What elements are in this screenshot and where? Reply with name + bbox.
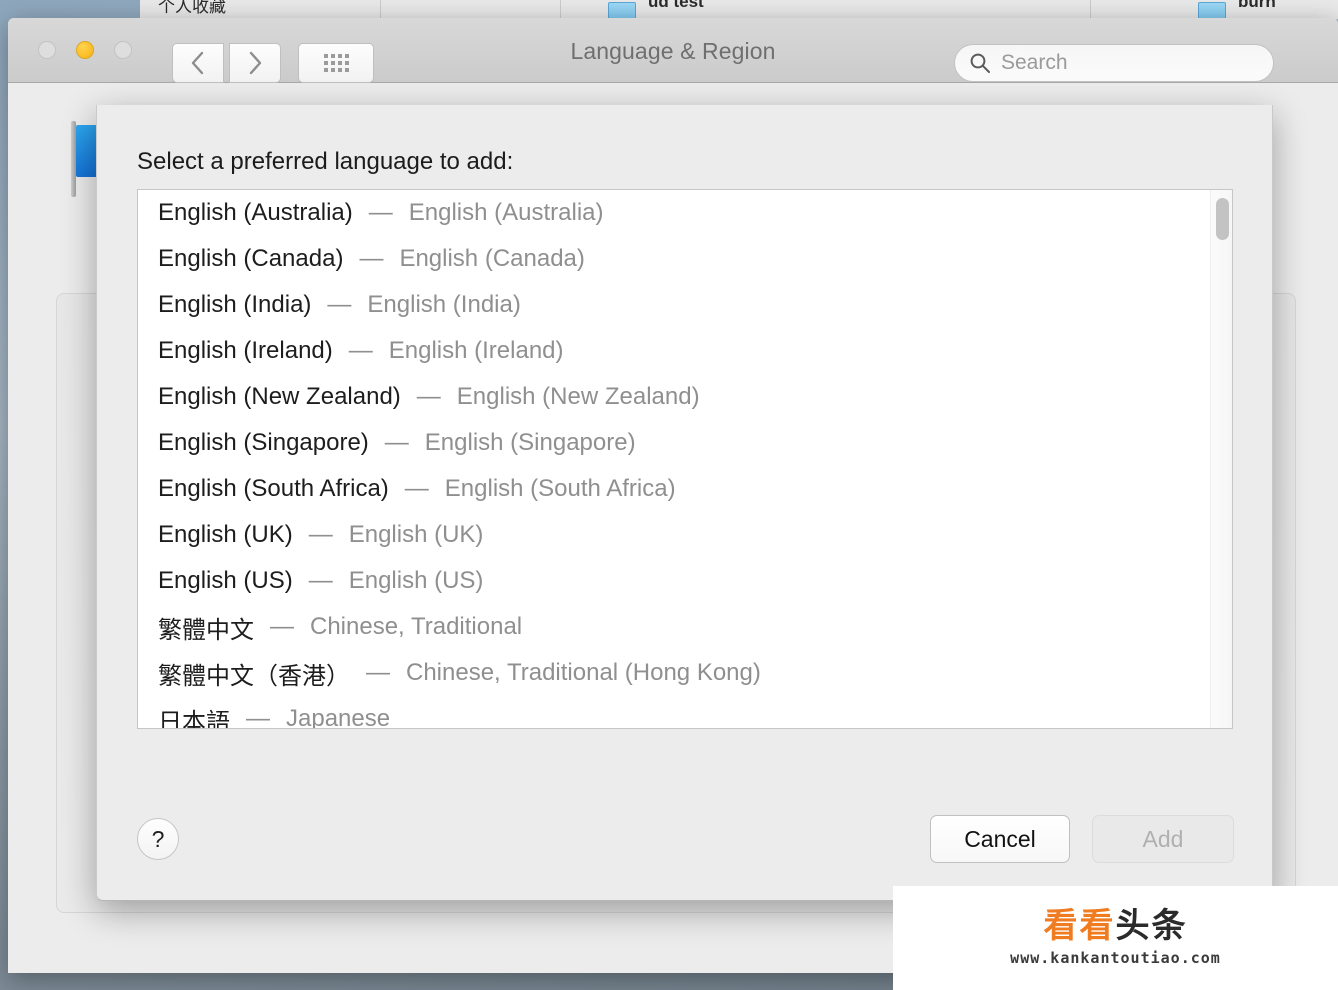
language-english-name: English (Ireland) (388, 337, 564, 364)
watermark-logo-dark: 头条 (1115, 906, 1188, 946)
language-native-name: English (India) (158, 291, 312, 318)
language-english-name: English (Canada) (399, 245, 585, 272)
language-separator: — (348, 337, 373, 364)
language-separator: — (246, 705, 270, 729)
add-language-sheet: Select a preferred language to add: Engl… (96, 105, 1273, 901)
language-native-name: English (South Africa) (158, 475, 389, 502)
search-icon (969, 52, 991, 74)
language-english-name: Chinese, Traditional (Hong Kong) (406, 659, 761, 686)
help-button[interactable]: ? (137, 818, 179, 860)
language-english-name: English (India) (367, 291, 521, 318)
language-native-name: English (New Zealand) (158, 383, 401, 410)
language-native-name: 繁體中文 (158, 615, 254, 644)
language-separator: — (308, 567, 333, 594)
watermark-url: www.kankantoutiao.com (1010, 949, 1221, 967)
language-separator: — (366, 659, 390, 686)
scrollbar-thumb[interactable] (1216, 198, 1229, 240)
language-separator: — (384, 429, 409, 456)
language-english-name: English (UK) (348, 521, 484, 548)
language-english-name: English (US) (348, 567, 484, 594)
language-separator: — (416, 383, 441, 410)
search-input[interactable]: Search (954, 44, 1274, 82)
language-native-name: English (UK) (158, 521, 293, 548)
watermark-logo-orange: 看看 (1043, 906, 1116, 946)
language-list-item[interactable]: English (Australia) — English (Australia) (138, 190, 1232, 236)
language-native-name: 日本語 (158, 707, 230, 729)
language-list-item[interactable]: English (Ireland) — English (Ireland) (138, 328, 1232, 374)
finder-item-label: burn (1238, 0, 1276, 11)
language-list-item[interactable]: English (India) — English (India) (138, 282, 1232, 328)
language-english-name: Chinese, Traditional (310, 613, 523, 640)
search-placeholder: Search (1001, 51, 1068, 74)
language-separator: — (308, 521, 333, 548)
language-list-item[interactable]: 繁體中文 — Chinese, Traditional (138, 604, 1232, 650)
language-native-name: English (Singapore) (158, 429, 369, 456)
language-native-name: 繁體中文（香港） (158, 661, 350, 690)
language-native-name: English (Ireland) (158, 337, 333, 364)
language-list-scrollbar[interactable] (1210, 190, 1232, 728)
cancel-button[interactable]: Cancel (930, 815, 1070, 863)
system-preferences-window: Language & Region Search Keyboard Prefer… (8, 18, 1338, 973)
language-english-name: English (South Africa) (444, 475, 676, 502)
language-english-name: English (Singapore) (424, 429, 636, 456)
language-list-item[interactable]: English (Canada) — English (Canada) (138, 236, 1232, 282)
language-native-name: English (US) (158, 567, 293, 594)
language-english-name: English (Australia) (408, 199, 604, 226)
watermark-overlay: 看看头条 www.kankantoutiao.com (893, 886, 1338, 990)
language-separator: — (327, 291, 352, 318)
language-native-name: English (Australia) (158, 199, 353, 226)
window-titlebar: Language & Region Search (8, 18, 1338, 83)
language-separator: — (368, 199, 393, 226)
language-list[interactable]: English (Australia) — English (Australia) E… (137, 189, 1233, 729)
screen-root: 个人收藏 ud test burn Language & Region Sear… (0, 0, 1338, 990)
sheet-prompt-label: Select a preferred language to add: (137, 148, 514, 175)
add-button: Add (1092, 815, 1234, 863)
language-separator: — (359, 245, 384, 272)
language-separator: — (270, 613, 294, 640)
language-list-item[interactable]: English (South Africa) — English (South Af… (138, 466, 1232, 512)
language-list-item[interactable]: 日本語 — Japanese (138, 696, 1232, 729)
language-list-item[interactable]: English (UK) — English (UK) (138, 512, 1232, 558)
language-list-item[interactable]: English (US) — English (US) (138, 558, 1232, 604)
language-list-item[interactable]: English (New Zealand) — English (New Zeala… (138, 374, 1232, 420)
background-finder-window[interactable]: 个人收藏 ud test burn (140, 0, 1338, 20)
language-english-name: Japanese (286, 705, 391, 729)
language-english-name: English (New Zealand) (456, 383, 700, 410)
finder-item-label: ud test (648, 0, 704, 11)
language-list-item[interactable]: 繁體中文（香港） — Chinese, Traditional (Hong Kong… (138, 650, 1232, 696)
language-list-item[interactable]: English (Singapore) — English (Singapore) (138, 420, 1232, 466)
language-separator: — (404, 475, 429, 502)
finder-sidebar-label: 个人收藏 (158, 0, 226, 17)
watermark-logo: 看看头条 (1044, 909, 1188, 943)
language-native-name: English (Canada) (158, 245, 344, 272)
